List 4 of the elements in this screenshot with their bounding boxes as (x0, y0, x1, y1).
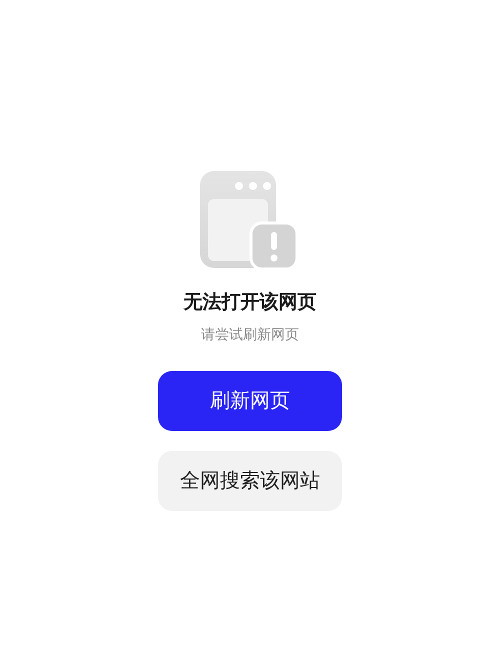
error-title: 无法打开该网页 (184, 290, 316, 315)
refresh-button[interactable]: 刷新网页 (158, 370, 342, 430)
error-message: 请尝试刷新网页 (201, 324, 299, 344)
search-button[interactable]: 全网搜索该网站 (158, 450, 342, 510)
